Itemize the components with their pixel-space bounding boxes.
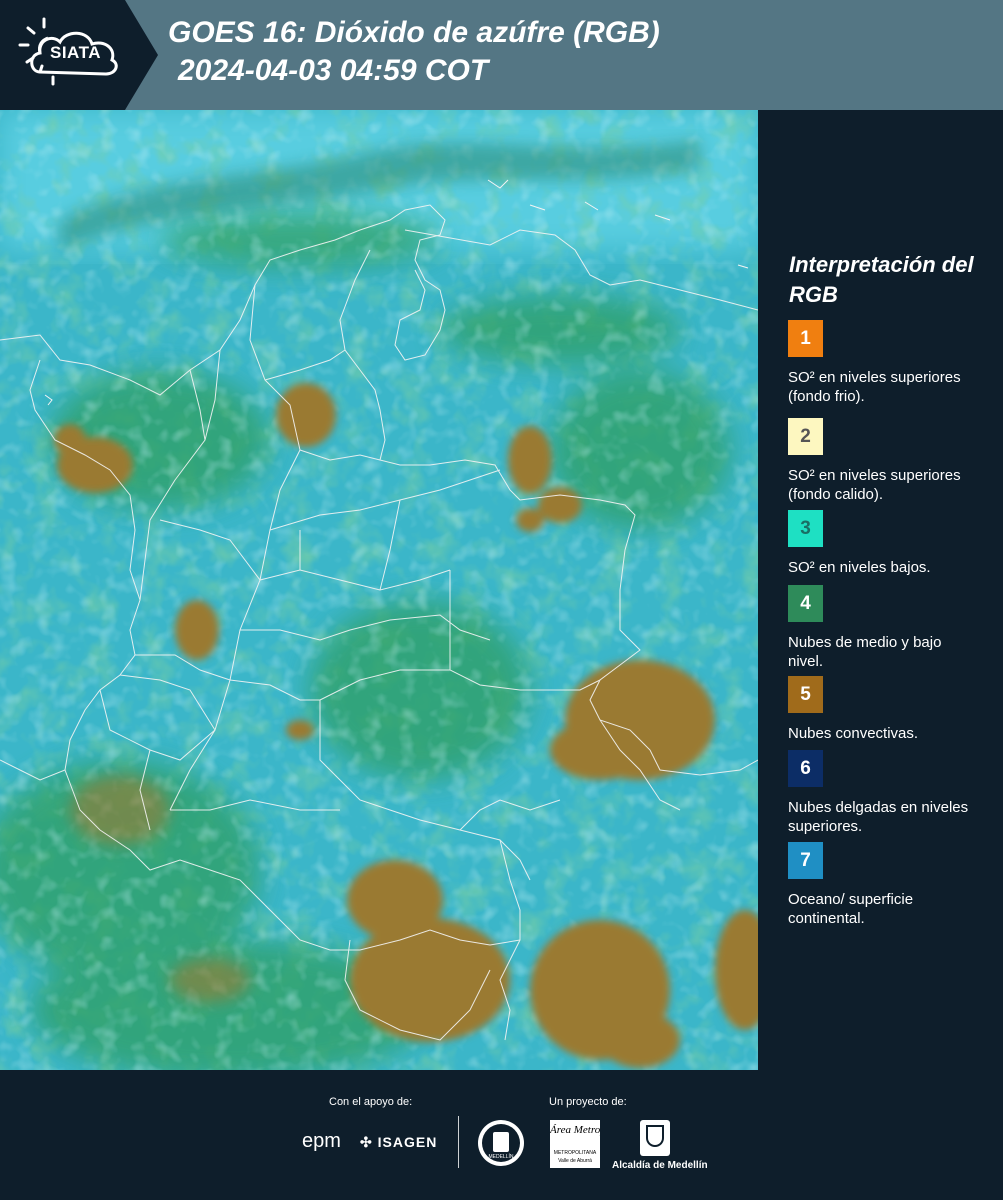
footer: Con el apoyo de: Un proyecto de: epm ✣ I… <box>0 1070 1003 1200</box>
alcaldia-label: Alcaldía de Medellín <box>612 1160 708 1171</box>
legend-number-1: 1 <box>800 328 811 349</box>
medellin-seal-text: MEDELLÍN <box>488 1154 514 1160</box>
epm-logo: epm <box>302 1130 341 1153</box>
legend-swatch-6: 6 <box>788 750 823 787</box>
isagen-icon: ✣ <box>360 1134 373 1150</box>
legend-swatch-7: 7 <box>788 842 823 879</box>
area-logo-sub2: Valle de Aburrá <box>558 1158 592 1164</box>
satellite-map-image <box>0 110 758 1070</box>
legend-panel: Interpretación del RGB 1 SO² en niveles … <box>760 110 1003 1070</box>
legend-swatch-5: 5 <box>788 676 823 713</box>
legend-item-6: 6 Nubes delgadas en niveles superiores. <box>788 750 978 836</box>
footer-divider <box>458 1116 459 1168</box>
legend-item-3: 3 SO² en niveles bajos. <box>788 510 978 577</box>
legend-label-5: Nubes convectivas. <box>788 725 919 742</box>
satellite-map[interactable] <box>0 110 758 1070</box>
legend-label-3: SO² en niveles bajos. <box>788 559 931 576</box>
legend-number-3: 3 <box>800 518 811 539</box>
legend-label-6: Nubes delgadas en niveles superiores. <box>788 799 969 835</box>
epm-logo-text: epm <box>302 1130 341 1152</box>
header-bar: SIATA GOES 16: Dióxido de azúfre (RGB) 2… <box>0 0 1003 110</box>
legend-number-6: 6 <box>800 758 811 779</box>
medellin-seal-logo: MEDELLÍN <box>478 1120 524 1166</box>
isagen-logo-text: ISAGEN <box>377 1134 438 1150</box>
legend-label-7: Oceano/ superficie continental. <box>788 891 914 927</box>
legend-item-7: 7 Oceano/ superficie continental. <box>788 842 978 928</box>
area-metropolitana-logo: Área Metropolitana METROPOLITANA Valle d… <box>550 1120 600 1168</box>
area-logo-text: Área Metropolitana <box>550 1124 600 1136</box>
legend-swatch-1: 1 <box>788 320 823 357</box>
legend-swatch-4: 4 <box>788 585 823 622</box>
alcaldia-logo <box>640 1120 670 1156</box>
legend-label-1: SO² en niveles superiores (fondo frio). <box>788 369 961 405</box>
legend-swatch-2: 2 <box>788 418 823 455</box>
legend-label-4: Nubes de medio y bajo nivel. <box>788 634 942 670</box>
legend-number-5: 5 <box>800 684 811 705</box>
legend-item-2: 2 SO² en niveles superiores (fondo calid… <box>788 418 978 504</box>
area-logo-sub1: METROPOLITANA <box>553 1150 597 1156</box>
siata-logo-text: SIATA <box>50 43 101 62</box>
page-timestamp: 2024-04-03 04:59 COT <box>178 54 489 87</box>
support-label: Con el apoyo de: <box>329 1096 413 1108</box>
legend-number-2: 2 <box>800 426 811 447</box>
page-title: GOES 16: Dióxido de azúfre (RGB) <box>168 16 660 49</box>
legend-number-7: 7 <box>800 850 811 871</box>
legend-number-4: 4 <box>800 593 811 614</box>
legend-label-2: SO² en niveles superiores (fondo calido)… <box>788 467 961 503</box>
legend-item-5: 5 Nubes convectivas. <box>788 676 978 743</box>
legend-title: Interpretación del RGB <box>789 252 974 307</box>
siata-logo: SIATA <box>0 0 158 110</box>
legend-swatch-3: 3 <box>788 510 823 547</box>
project-label: Un proyecto de: <box>549 1096 627 1108</box>
isagen-logo: ✣ ISAGEN <box>360 1134 437 1151</box>
legend-item-4: 4 Nubes de medio y bajo nivel. <box>788 585 978 671</box>
legend-item-1: 1 SO² en niveles superiores (fondo frio)… <box>788 320 978 406</box>
